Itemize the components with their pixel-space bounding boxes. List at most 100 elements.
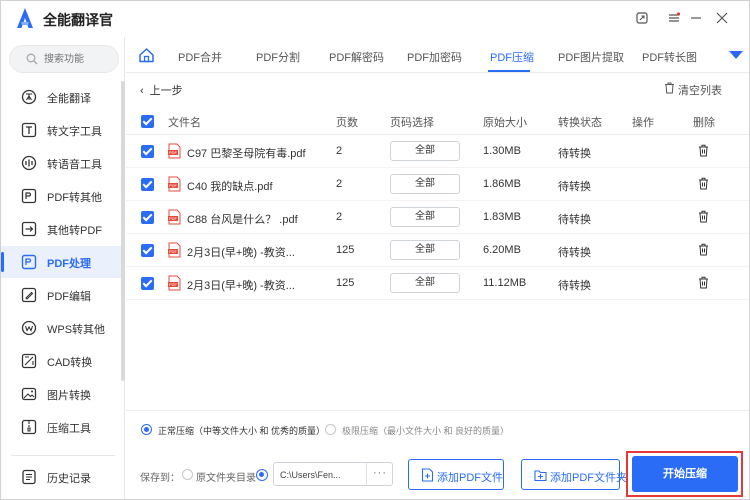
extreme-compress-label[interactable]: 极限压缩（最小文件大小 和 良好的质量） xyxy=(342,424,509,437)
minimize-icon[interactable] xyxy=(687,9,705,27)
add-pdf-file-button[interactable]: 添加PDF文件 xyxy=(408,459,504,490)
sidebar-item-translate[interactable]: 全能翻译 xyxy=(1,81,121,113)
delete-icon[interactable] xyxy=(698,144,709,157)
clear-list-button[interactable]: 清空列表 xyxy=(665,82,722,98)
row-checkbox[interactable] xyxy=(141,211,154,224)
clear-list-label: 清空列表 xyxy=(678,85,722,97)
sidebar-item-cad[interactable]: CAD转换 xyxy=(1,345,121,377)
app-window: 全能翻译官 全能翻译 转文字工具 转语音工具 xyxy=(0,0,750,500)
sidebar-item-wps[interactable]: WPS转其他 xyxy=(1,312,121,344)
custom-dir-radio[interactable] xyxy=(256,469,268,481)
row-checkbox[interactable] xyxy=(141,145,154,158)
sidebar-item-label: 转文字工具 xyxy=(47,126,102,138)
row-checkbox[interactable] xyxy=(141,244,154,257)
sidebar-item-voice-tool[interactable]: 转语音工具 xyxy=(1,147,121,179)
sidebar-item-to-pdf[interactable]: 其他转PDF xyxy=(1,213,121,245)
voice-tool-icon xyxy=(21,155,37,171)
image-convert-icon xyxy=(21,387,37,401)
column-header: 操作 xyxy=(632,117,654,129)
add-pdf-file-label: 添加PDF文件 xyxy=(437,472,503,484)
output-path-input[interactable] xyxy=(280,468,360,481)
sidebar-item-image-convert[interactable]: 图片转换 xyxy=(1,378,121,410)
add-file-icon xyxy=(421,468,434,482)
delete-icon[interactable] xyxy=(698,276,709,289)
back-label: 上一步 xyxy=(149,85,183,97)
file-name: C88 台风是什么？ .pdf xyxy=(187,214,298,226)
start-compress-button[interactable]: 开始压缩 xyxy=(632,456,738,492)
sidebar-item-pdf-edit[interactable]: PDF编辑 xyxy=(1,279,121,311)
to-pdf-icon xyxy=(21,221,37,237)
sidebar-item-text-tool[interactable]: 转文字工具 xyxy=(1,114,121,146)
table-header: 文件名 页数 页码选择 原始大小 转换状态 操作 删除 xyxy=(126,107,749,135)
sidebar-item-pdf-convert[interactable]: PDF转其他 xyxy=(1,180,121,212)
sidebar-item-label: PDF编辑 xyxy=(47,291,91,303)
table-row: PDF C97 巴黎圣母院有毒.pdf 2 全部 1.30MB 待转换 xyxy=(126,135,749,168)
convert-status: 待转换 xyxy=(558,148,591,160)
page-range-button[interactable]: 全部 xyxy=(390,141,460,161)
back-arrow-icon: ‹ xyxy=(140,85,144,97)
select-all-checkbox[interactable] xyxy=(141,115,154,128)
column-header: 原始大小 xyxy=(483,117,527,129)
output-path-field[interactable]: ··· xyxy=(273,462,393,486)
source-dir-label[interactable]: 原文件夹目录 xyxy=(196,469,256,484)
tab-bar: PDF合并 PDF分割 PDF解密码 PDF加密码 PDF压缩 PDF图片提取 … xyxy=(126,37,749,73)
app-title: 全能翻译官 xyxy=(43,12,113,28)
tab-pdf-image-extract[interactable]: PDF图片提取 xyxy=(558,49,624,65)
delete-icon[interactable] xyxy=(698,210,709,223)
close-icon[interactable] xyxy=(713,9,731,27)
sidebar-item-label: 全能翻译 xyxy=(47,93,91,105)
page-count: 2 xyxy=(336,178,343,190)
page-range-button[interactable]: 全部 xyxy=(390,174,460,194)
convert-status: 待转换 xyxy=(558,214,591,226)
menu-icon[interactable] xyxy=(665,9,683,27)
trash-icon xyxy=(665,82,674,94)
tab-pdf-to-long-image[interactable]: PDF转长图 xyxy=(642,49,697,65)
extreme-compress-radio[interactable] xyxy=(325,424,336,435)
page-count: 2 xyxy=(336,211,343,223)
back-button[interactable]: ‹ 上一步 xyxy=(140,82,183,98)
delete-icon[interactable] xyxy=(698,177,709,190)
svg-text:PDF: PDF xyxy=(169,282,178,287)
sidebar-item-label: PDF处理 xyxy=(47,258,91,270)
browse-button[interactable]: ··· xyxy=(366,463,393,485)
fullscreen-icon[interactable] xyxy=(633,9,651,27)
sidebar-item-history[interactable]: 历史记录 xyxy=(1,461,121,493)
row-checkbox[interactable] xyxy=(141,178,154,191)
column-header: 删除 xyxy=(693,117,715,129)
pdf-file-icon: PDF xyxy=(168,143,181,159)
sidebar-item-label: CAD转换 xyxy=(47,357,93,369)
tab-pdf-decrypt[interactable]: PDF解密码 xyxy=(329,49,384,65)
source-dir-radio[interactable] xyxy=(182,469,193,480)
file-size: 6.20MB xyxy=(483,244,521,256)
add-pdf-folder-button[interactable]: 添加PDF文件夹 xyxy=(521,459,627,490)
search-box[interactable] xyxy=(9,45,119,73)
page-range-button[interactable]: 全部 xyxy=(390,240,460,260)
add-pdf-folder-label: 添加PDF文件夹 xyxy=(550,472,627,484)
page-range-button[interactable]: 全部 xyxy=(390,273,460,293)
tab-pdf-encrypt[interactable]: PDF加密码 xyxy=(407,49,462,65)
sidebar-item-compress[interactable]: 压缩工具 xyxy=(1,411,121,443)
tab-more-arrow-icon[interactable] xyxy=(729,51,743,59)
search-input[interactable] xyxy=(44,52,114,67)
file-name: 2月3日(早+晚) -教资... xyxy=(187,247,295,259)
tab-pdf-compress[interactable]: PDF压缩 xyxy=(490,49,534,65)
pdf-edit-icon xyxy=(21,287,37,303)
page-count: 125 xyxy=(336,244,355,256)
page-range-button[interactable]: 全部 xyxy=(390,207,460,227)
tab-pdf-split[interactable]: PDF分割 xyxy=(256,49,300,65)
svg-text:PDF: PDF xyxy=(169,150,178,155)
sidebar-item-pdf-process[interactable]: PDF处理 xyxy=(1,246,121,278)
sidebar-item-label: WPS转其他 xyxy=(47,324,106,336)
file-size: 1.86MB xyxy=(483,178,521,190)
tab-pdf-merge[interactable]: PDF合并 xyxy=(178,49,222,65)
sidebar-scrollbar[interactable] xyxy=(121,81,125,381)
pdf-file-icon: PDF xyxy=(168,209,181,225)
home-icon[interactable] xyxy=(138,47,155,63)
row-checkbox[interactable] xyxy=(141,277,154,290)
file-size: 1.83MB xyxy=(483,211,521,223)
delete-icon[interactable] xyxy=(698,243,709,256)
normal-compress-label[interactable]: 正常压缩（中等文件大小 和 优秀的质量） xyxy=(158,424,325,437)
app-logo-icon xyxy=(17,8,33,28)
history-icon xyxy=(22,469,36,485)
normal-compress-radio[interactable] xyxy=(141,424,152,435)
